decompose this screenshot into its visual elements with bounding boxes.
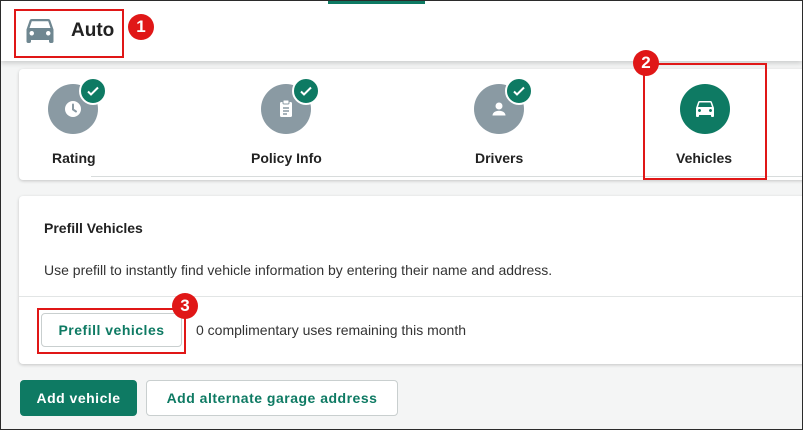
- checkmark-icon: [79, 77, 107, 105]
- annotation-number: 1: [128, 14, 154, 40]
- section-description: Use prefill to instantly find vehicle in…: [44, 262, 553, 278]
- annotation-box: [37, 308, 186, 354]
- annotation-box: [643, 63, 767, 180]
- annotation-number: 2: [633, 50, 659, 76]
- annotation-box: [14, 9, 124, 58]
- active-tab-indicator: [328, 1, 425, 4]
- checkmark-icon: [505, 77, 533, 105]
- add-vehicle-button[interactable]: Add vehicle: [20, 380, 137, 416]
- uses-remaining-text: 0 complimentary uses remaining this mont…: [196, 322, 467, 338]
- person-icon: [492, 102, 506, 116]
- step-label: Policy Info: [251, 150, 322, 166]
- annotation-number: 3: [172, 293, 198, 319]
- checkmark-icon: [292, 77, 320, 105]
- clipboard-icon: [280, 99, 292, 117]
- clock-icon: [65, 101, 81, 117]
- step-label: Drivers: [475, 150, 524, 166]
- step-label: Rating: [52, 150, 96, 166]
- app-frame: Auto Rating Policy Info Drivers Vehicles…: [0, 0, 803, 430]
- divider: [19, 296, 802, 297]
- section-title: Prefill Vehicles: [44, 220, 143, 236]
- add-alternate-garage-button[interactable]: Add alternate garage address: [146, 380, 398, 416]
